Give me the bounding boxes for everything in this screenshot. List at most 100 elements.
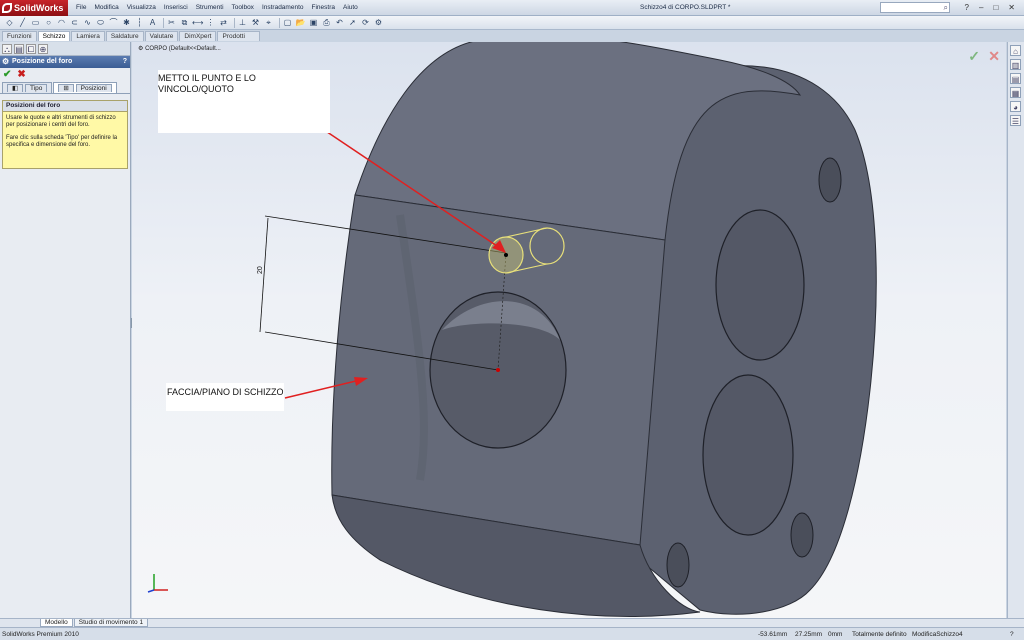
point-icon[interactable]: ✱ (121, 18, 132, 28)
line-icon[interactable]: ╱ (17, 18, 28, 28)
menu-inserisci[interactable]: Inserisci (160, 0, 192, 16)
menu-instradamento[interactable]: Instradamento (258, 0, 308, 16)
ok-button[interactable]: ✔ (3, 70, 11, 80)
positions-section: Posizioni del foro Usare le quote e altr… (2, 100, 128, 169)
repair-icon[interactable]: ⚒ (250, 18, 261, 28)
type-tab-icon: ◧ (7, 84, 24, 92)
custom-properties-icon[interactable]: ☰ (1010, 115, 1021, 126)
options-icon[interactable]: ⚙ (373, 18, 384, 28)
centerline-icon[interactable]: ┆ (134, 18, 145, 28)
viewport-window-controls[interactable]: – ▫ ✕ (984, 42, 1000, 44)
menu-modifica[interactable]: Modifica (90, 0, 122, 16)
toolbar-separator (276, 17, 280, 28)
status-product: SolidWorks Premium 2010 (2, 631, 79, 638)
appearances-icon[interactable]: ◕ (1010, 101, 1021, 112)
tab-schizzo[interactable]: Schizzo (37, 31, 71, 41)
info-message-line: Usare le quote e altri strumenti di schi… (6, 115, 116, 128)
text-icon[interactable]: A (147, 18, 158, 28)
undo-icon[interactable]: ↶ (334, 18, 345, 28)
app-logo[interactable]: SolidWorks (0, 0, 68, 16)
tab-lamiera[interactable]: Lamiera (71, 31, 105, 41)
bolt-hole-1 (818, 157, 842, 203)
tab-posizioni[interactable]: ⊞ Posizioni (53, 82, 117, 93)
trim-icon[interactable]: ✂ (166, 18, 177, 28)
hole-center-point (496, 368, 500, 372)
menu-finestra[interactable]: Finestra (308, 0, 339, 16)
feature-tree-flyout[interactable]: ⚙ CORPO (Default<<Default... (138, 45, 221, 52)
sketch-point (504, 253, 508, 257)
menu-visualizza[interactable]: Visualizza (123, 0, 160, 16)
toolbar-separator (231, 17, 235, 28)
rectangle-icon[interactable]: ▭ (30, 18, 41, 28)
file-explorer-icon[interactable]: ▤ (1010, 73, 1021, 84)
rebuild-icon[interactable]: ⟳ (360, 18, 371, 28)
info-message-line: Fare clic sulla scheda 'Tipo' per defini… (6, 135, 118, 148)
tab-tipo[interactable]: ◧ Tipo (2, 82, 53, 93)
tab-modello[interactable]: Modello (40, 619, 73, 627)
tab-saldature[interactable]: Saldature (105, 31, 144, 41)
search-icon[interactable]: ⌕ (944, 3, 948, 13)
bottom-tabs: Modello Studio di movimento 1 (0, 618, 1024, 627)
help-button[interactable]: ? (123, 56, 127, 68)
arc-icon[interactable]: ◠ (56, 18, 67, 28)
feature-manager-icon[interactable]: ⛬ (2, 44, 12, 54)
side-bore-upper (715, 209, 805, 361)
tab-valutare[interactable]: Valutare (144, 31, 179, 41)
status-bar: SolidWorks Premium 2010 -53.61mm 27.25mm… (0, 627, 1024, 640)
design-library-icon[interactable]: ▥ (1010, 59, 1021, 70)
bolt-hole-3 (666, 542, 690, 588)
confirm-ok-icon[interactable]: ✓ (968, 48, 980, 65)
quick-snaps-icon[interactable]: ⌖ (263, 18, 274, 28)
offset-icon[interactable]: ⧉ (179, 18, 190, 28)
circle-icon[interactable]: ○ (43, 18, 54, 28)
open-icon[interactable]: 📂 (295, 18, 306, 28)
smart-dimension-icon[interactable]: ◇ (4, 18, 15, 28)
hole-wizard-icon: ⚙ (2, 57, 10, 66)
resources-icon[interactable]: ⌂ (1010, 45, 1021, 56)
command-manager-tabs: Funzioni Schizzo Lamiera Saldature Valut… (0, 31, 260, 50)
tab-prodotti-office[interactable]: Prodotti Office (217, 31, 260, 50)
task-pane: ⌂ ▥ ▤ ▦ ◕ ☰ (1007, 42, 1024, 618)
property-manager-icon[interactable]: ▤ (14, 44, 24, 54)
cancel-button[interactable]: ✖ (17, 70, 25, 80)
title-menu-bar: SolidWorks File Modifica Visualizza Inse… (0, 0, 1024, 16)
slot-icon[interactable]: ⊂ (69, 18, 80, 28)
search-input[interactable]: ⌕ (880, 2, 950, 13)
configuration-manager-icon[interactable]: ⧠ (26, 44, 36, 54)
pm-tabs: ◧ Tipo ⊞ Posizioni (0, 82, 130, 94)
dimension-value[interactable]: 20 (257, 266, 264, 274)
confirm-cancel-icon[interactable]: ✕ (988, 48, 1000, 65)
new-icon[interactable]: ▢ (282, 18, 293, 28)
menu-toolbox[interactable]: Toolbox (228, 0, 258, 16)
relations-icon[interactable]: ⊥ (237, 18, 248, 28)
window-controls: ? – □ ✕ (960, 0, 1020, 16)
save-icon[interactable]: ▣ (308, 18, 319, 28)
mirror-icon[interactable]: ⟷ (192, 18, 203, 28)
main-menu: File Modifica Visualizza Inserisci Strum… (72, 0, 362, 16)
ellipse-icon[interactable]: ⬭ (95, 18, 106, 28)
fillet-icon[interactable]: ⌒ (108, 18, 119, 28)
section-title: Posizioni del foro (3, 101, 127, 112)
tab-funzioni[interactable]: Funzioni (2, 31, 37, 41)
view-palette-icon[interactable]: ▦ (1010, 87, 1021, 98)
menu-aiuto[interactable]: Aiuto (339, 0, 362, 16)
help-icon[interactable]: ? (960, 0, 974, 16)
tab-dimxpert[interactable]: DimXpert (179, 31, 217, 41)
status-mode: ModificaSchizzo4 (912, 631, 963, 638)
tab-studio-movimento[interactable]: Studio di movimento 1 (73, 619, 149, 627)
solidworks-logo-icon (2, 3, 12, 13)
pattern-icon[interactable]: ⋮ (205, 18, 216, 28)
status-help[interactable]: ? (1010, 628, 1014, 640)
toolbar-separator (160, 17, 164, 28)
move-icon[interactable]: ⇄ (218, 18, 229, 28)
close-icon[interactable]: ✕ (1003, 0, 1020, 16)
spline-icon[interactable]: ∿ (82, 18, 93, 28)
maximize-icon[interactable]: □ (988, 0, 1003, 16)
print-icon[interactable]: ⎙ (321, 18, 332, 28)
menu-strumenti[interactable]: Strumenti (192, 0, 228, 16)
dimension-line-vertical (259, 217, 269, 333)
select-icon[interactable]: ➚ (347, 18, 358, 28)
minimize-icon[interactable]: – (974, 0, 988, 16)
menu-file[interactable]: File (72, 0, 90, 16)
dimxpert-manager-icon[interactable]: ⊕ (38, 44, 48, 54)
